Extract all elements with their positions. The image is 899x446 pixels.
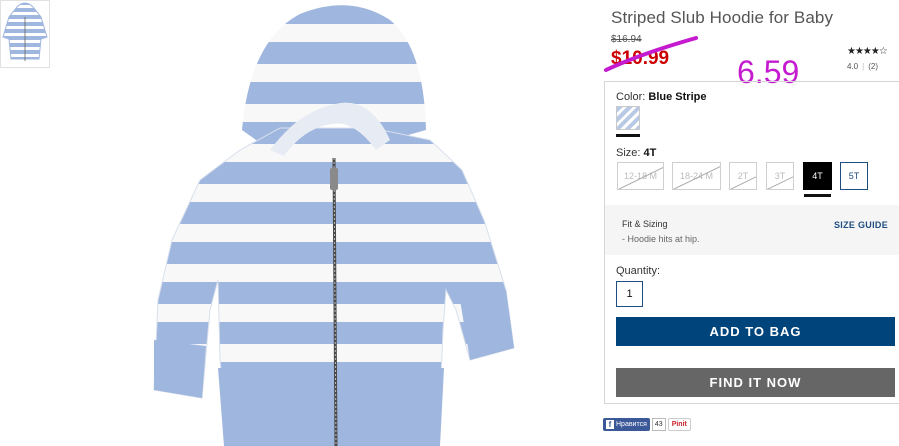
size-option-3t[interactable]: 3T [766, 162, 794, 190]
color-swatch-blue-stripe[interactable] [616, 106, 640, 130]
add-to-bag-button[interactable]: ADD TO BAG [616, 317, 895, 346]
size-selected-indicator [804, 194, 831, 197]
size-option-4t[interactable]: 4T [803, 162, 832, 190]
size-label-row: Size: 4T [616, 147, 656, 159]
social-share-bar: f Нравится 43 Pinit [603, 418, 691, 431]
fit-sizing-box [605, 205, 899, 255]
product-image [153, 5, 515, 446]
quantity-input[interactable]: 1 [616, 281, 643, 307]
color-label: Color: [616, 91, 646, 103]
color-label-row: Color: Blue Stripe [616, 91, 706, 103]
size-option-2t[interactable]: 2T [729, 162, 757, 190]
facebook-like-label: Нравится [616, 421, 647, 428]
thumbnail-image [2, 2, 48, 61]
swatch-selected-indicator [616, 134, 640, 137]
facebook-like-count: 43 [651, 418, 666, 431]
size-guide-link[interactable]: SIZE GUIDE [834, 220, 888, 230]
fit-sizing-detail: - Hoodie hits at hip. [622, 234, 700, 244]
facebook-icon: f [606, 420, 614, 429]
sale-price: $10.99 [611, 48, 670, 69]
review-count: (2) [868, 62, 878, 71]
color-value: Blue Stripe [648, 91, 707, 103]
size-value: 4T [643, 147, 657, 159]
product-thumbnail[interactable] [0, 0, 50, 68]
size-option-5t[interactable]: 5T [840, 162, 868, 190]
find-it-now-button[interactable]: FIND IT NOW [616, 368, 895, 397]
rating-summary[interactable]: 4.0 | (2) [847, 62, 878, 71]
fit-sizing-title: Fit & Sizing [622, 219, 668, 229]
product-title: Striped Slub Hoodie for Baby [611, 8, 834, 27]
rating-value: 4.0 [847, 62, 859, 71]
size-option-12-18m[interactable]: 12-18 M [617, 162, 664, 190]
quantity-label: Quantity: [616, 265, 661, 277]
facebook-like-button[interactable]: f Нравится [603, 418, 650, 431]
rating-stars[interactable]: ★★★★☆ [847, 46, 888, 57]
pinterest-pin-button[interactable]: Pinit [667, 418, 691, 431]
size-label: Size: [616, 147, 641, 159]
original-price: $16.94 [611, 34, 642, 45]
size-option-18-24m[interactable]: 18-24 M [672, 162, 721, 190]
